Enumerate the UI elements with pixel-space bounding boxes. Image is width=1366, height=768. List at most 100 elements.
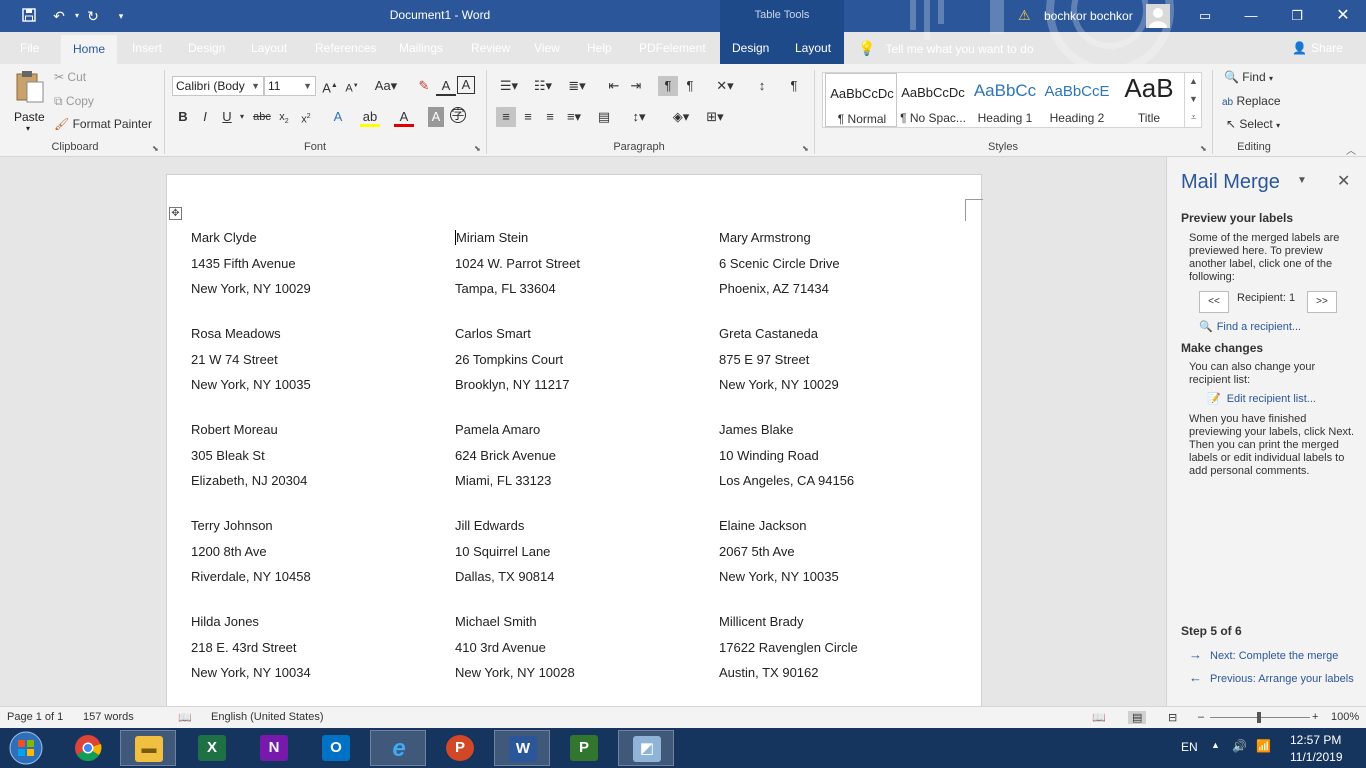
label-cell[interactable]: James Blake 10 Winding Road Los Angeles, C… bbox=[719, 422, 959, 499]
shading-icon[interactable]: ◈▾ bbox=[668, 107, 694, 127]
style-no-spacing[interactable]: AaBbCcDc ¶ No Spac... bbox=[897, 73, 969, 127]
table-move-handle-icon[interactable]: ✥ bbox=[169, 207, 182, 220]
start-button[interactable] bbox=[4, 730, 48, 766]
decrease-indent-icon[interactable]: ⇤ bbox=[604, 76, 624, 96]
shrink-font-icon[interactable]: A▼ bbox=[342, 76, 362, 96]
tab-layout[interactable]: Layout bbox=[251, 32, 287, 64]
bullets-icon[interactable]: ☰▾ bbox=[496, 76, 522, 96]
enclose-icon[interactable]: 字 bbox=[450, 107, 466, 123]
zoom-level[interactable]: 100% bbox=[1331, 711, 1359, 723]
subscript-icon[interactable]: x2 bbox=[274, 107, 294, 127]
document-page[interactable]: ✥ Mark Clyde 1435 Fifth Avenue New York, N… bbox=[166, 174, 983, 706]
close-icon[interactable]: ✕ bbox=[1337, 171, 1350, 191]
tell-me-search[interactable]: 💡 Tell me what you want to do bbox=[858, 32, 1034, 64]
find-button[interactable]: 🔍 Find ▾ bbox=[1224, 70, 1273, 84]
label-cell[interactable]: Robert Moreau 305 Bleak St Elizabeth, NJ 2… bbox=[191, 422, 431, 499]
find-recipient-link[interactable]: 🔍 Find a recipient... bbox=[1199, 320, 1301, 333]
minimize-button[interactable]: — bbox=[1228, 0, 1274, 32]
tab-help[interactable]: Help bbox=[587, 32, 612, 64]
tab-view[interactable]: View bbox=[534, 32, 560, 64]
tab-design[interactable]: Design bbox=[188, 32, 225, 64]
italic-icon[interactable]: I bbox=[195, 107, 215, 127]
zoom-in-icon[interactable]: + bbox=[1312, 711, 1318, 723]
font-launcher-icon[interactable]: ⬊ bbox=[474, 144, 481, 153]
next-step-link[interactable]: → Next: Complete the merge bbox=[1189, 647, 1338, 662]
share-button[interactable]: 👤 Share bbox=[1292, 32, 1343, 64]
font-size-combo[interactable]: 11 ▼ bbox=[264, 76, 316, 96]
print-layout-icon[interactable]: ▤ bbox=[1128, 711, 1147, 724]
label-cell[interactable]: Mark Clyde 1435 Fifth Avenue New York, NY … bbox=[191, 230, 431, 307]
edit-recipient-list-link[interactable]: 📝 Edit recipient list... bbox=[1207, 392, 1316, 405]
right-to-left-icon[interactable]: ¶ bbox=[680, 76, 700, 96]
language-bar[interactable]: EN bbox=[1181, 740, 1198, 754]
language-indicator[interactable]: English (United States) bbox=[211, 711, 324, 723]
proofing-icon[interactable]: 📖 bbox=[178, 711, 192, 724]
taskbar-word[interactable]: W bbox=[494, 730, 550, 766]
word-count[interactable]: 157 words bbox=[83, 711, 134, 723]
undo-icon[interactable]: ↶ bbox=[50, 7, 68, 25]
numbering-icon[interactable]: ☷▾ bbox=[530, 76, 556, 96]
align-left-icon[interactable]: ≡ bbox=[496, 107, 516, 127]
increase-indent-icon[interactable]: ⇥ bbox=[626, 76, 646, 96]
clock-date[interactable]: 11/1/2019 bbox=[1290, 750, 1343, 764]
close-button[interactable]: ✕ bbox=[1320, 0, 1366, 32]
taskbar-app[interactable]: ◩ bbox=[618, 730, 674, 766]
label-cell[interactable]: Carlos Smart 26 Tompkins Court Brooklyn, N… bbox=[455, 326, 695, 403]
tab-review[interactable]: Review bbox=[471, 32, 510, 64]
taskbar-project[interactable]: P bbox=[556, 730, 612, 766]
tab-table-design[interactable]: Design bbox=[732, 32, 769, 64]
avatar[interactable] bbox=[1146, 4, 1170, 28]
scroll-up-icon[interactable]: ▲ bbox=[1185, 72, 1202, 90]
justify-icon[interactable]: ≡▾ bbox=[562, 107, 586, 127]
superscript-icon[interactable]: x2 bbox=[296, 107, 316, 127]
show-hidden-icons-icon[interactable]: ▲ bbox=[1211, 740, 1220, 750]
next-recipient-button[interactable]: >> bbox=[1307, 291, 1337, 313]
zoom-slider-thumb[interactable] bbox=[1257, 712, 1261, 723]
phonetic-guide-icon[interactable]: A bbox=[436, 76, 456, 96]
warning-icon[interactable]: ⚠ bbox=[1018, 7, 1031, 24]
sort-icon[interactable]: ↕ bbox=[752, 76, 772, 96]
clock-time[interactable]: 12:57 PM bbox=[1290, 733, 1341, 747]
show-formatting-icon[interactable]: ¶ bbox=[784, 76, 804, 96]
clipboard-launcher-icon[interactable]: ⬊ bbox=[152, 144, 159, 153]
account-name[interactable]: bochkor bochkor bbox=[1044, 9, 1133, 23]
underline-dropdown-icon[interactable]: ▾ bbox=[232, 107, 252, 127]
more-styles-icon[interactable]: ⩡ bbox=[1185, 108, 1202, 126]
taskbar-excel[interactable]: X bbox=[184, 730, 240, 766]
highlight-icon[interactable]: ab bbox=[360, 107, 380, 127]
multilevel-list-icon[interactable]: ≣▾ bbox=[564, 76, 590, 96]
clear-formatting-icon[interactable]: ✎ bbox=[414, 76, 434, 96]
font-color-icon[interactable]: A bbox=[394, 107, 414, 127]
label-cell[interactable]: Terry Johnson 1200 8th Ave Riverdale, NY 1… bbox=[191, 518, 431, 595]
page-count[interactable]: Page 1 of 1 bbox=[7, 711, 63, 723]
taskbar-file-explorer[interactable]: ▬ bbox=[120, 730, 176, 766]
font-name-combo[interactable]: Calibri (Body ▼ bbox=[172, 76, 264, 96]
style-heading-2[interactable]: AaBbCcE Heading 2 bbox=[1041, 73, 1113, 127]
ribbon-display-options-icon[interactable]: ▭ bbox=[1182, 0, 1228, 32]
tab-table-layout[interactable]: Layout bbox=[795, 32, 831, 64]
strikethrough-icon[interactable]: abc bbox=[252, 107, 272, 127]
zoom-out-icon[interactable]: – bbox=[1198, 711, 1204, 723]
label-cell[interactable]: Millicent Brady 17622 Ravenglen Circle Aus… bbox=[719, 614, 959, 691]
grow-font-icon[interactable]: A▲ bbox=[320, 76, 340, 96]
distributed-icon[interactable]: ▤ bbox=[594, 107, 614, 127]
previous-step-link[interactable]: ← Previous: Arrange your labels bbox=[1189, 670, 1361, 685]
tab-references[interactable]: References bbox=[315, 32, 376, 64]
web-layout-icon[interactable]: ⊟ bbox=[1168, 711, 1177, 724]
paste-button[interactable]: Paste ▾ bbox=[10, 70, 48, 136]
scroll-down-icon[interactable]: ▼ bbox=[1185, 90, 1202, 108]
label-cell[interactable]: Jill Edwards 10 Squirrel Lane Dallas, TX 9… bbox=[455, 518, 695, 595]
label-cell[interactable]: Elaine Jackson 2067 5th Ave New York, NY 1… bbox=[719, 518, 959, 595]
style-heading-1[interactable]: AaBbCc Heading 1 bbox=[969, 73, 1041, 127]
replace-button[interactable]: ab Replace bbox=[1222, 94, 1281, 108]
label-cell[interactable]: Michael Smith 410 3rd Avenue New York, NY … bbox=[455, 614, 695, 691]
volume-icon[interactable]: 🔊 bbox=[1232, 739, 1247, 753]
label-cell[interactable]: Mary Armstrong 6 Scenic Circle Drive Phoen… bbox=[719, 230, 959, 307]
taskbar-onenote[interactable]: N bbox=[246, 730, 302, 766]
tab-pdfelement[interactable]: PDFelement bbox=[639, 32, 706, 64]
align-right-icon[interactable]: ≡ bbox=[540, 107, 560, 127]
label-cell[interactable]: Hilda Jones 218 E. 43rd Street New York, N… bbox=[191, 614, 431, 691]
enclose-characters-icon[interactable]: A bbox=[457, 76, 475, 94]
line-spacing-icon[interactable]: ↕▾ bbox=[626, 107, 652, 127]
label-cell[interactable]: Greta Castaneda 875 E 97 Street New York, … bbox=[719, 326, 959, 403]
